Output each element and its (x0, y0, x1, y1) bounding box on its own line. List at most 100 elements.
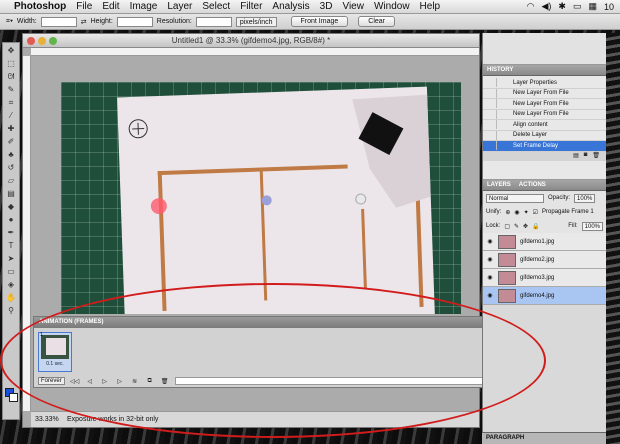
background-color-swatch[interactable] (9, 393, 18, 402)
history-item[interactable]: New Layer From File (483, 109, 606, 120)
opacity-input[interactable]: 100% (574, 193, 596, 203)
3d-tool-icon[interactable]: ◈ (4, 279, 18, 290)
frame-delay[interactable]: 0.1 sec. (39, 361, 71, 367)
minimize-window-icon[interactable] (38, 37, 46, 45)
move-tool-icon[interactable]: ✥ (4, 45, 18, 56)
lock-transparent-icon[interactable]: ▢ (504, 223, 510, 230)
loop-select[interactable]: Forever (38, 377, 65, 385)
next-frame-icon[interactable]: ▷ (115, 378, 125, 385)
vertical-ruler[interactable] (23, 56, 31, 411)
new-document-icon[interactable]: ▤ (573, 152, 579, 161)
lock-position-icon[interactable]: ✥ (523, 223, 528, 230)
path-select-tool-icon[interactable]: ➤ (4, 253, 18, 264)
lock-pixels-icon[interactable]: ✎ (514, 223, 519, 230)
clock-text[interactable]: 10 (604, 2, 614, 12)
document-title-bar[interactable]: Untitled1 @ 33.3% (gifdemo4.jpg, RGB/8#)… (23, 34, 479, 48)
quick-select-tool-icon[interactable]: ✎ (4, 84, 18, 95)
wifi-icon[interactable]: ◠ (527, 1, 535, 12)
propagate-checkbox[interactable]: ☑ (533, 209, 538, 216)
crop-tool-icon[interactable]: ⌗▾ (6, 18, 13, 26)
layer-row[interactable]: ◉ gifdemo2.jpg (483, 251, 606, 269)
lock-all-icon[interactable]: 🔒 (532, 223, 539, 230)
history-item[interactable]: New Layer From File (483, 99, 606, 110)
blur-tool-icon[interactable]: ◆ (4, 201, 18, 212)
image-canvas[interactable] (61, 82, 461, 314)
tab-actions[interactable]: ACTIONS (519, 180, 546, 190)
history-item[interactable]: Align content (483, 120, 606, 131)
paragraph-panel-tab[interactable]: PARAGRAPH (482, 432, 606, 444)
menu-3d[interactable]: 3D (320, 1, 333, 12)
units-select[interactable]: pixels/inch (235, 16, 277, 27)
battery-icon[interactable]: ▭ (573, 1, 582, 12)
animation-panel-header[interactable]: ANIMATION (FRAMES) (34, 317, 529, 328)
menu-help[interactable]: Help (420, 1, 441, 12)
hand-tool-icon[interactable]: ✋ (4, 292, 18, 303)
history-panel-header[interactable]: HISTORY (483, 65, 606, 76)
horizontal-ruler[interactable] (31, 48, 479, 56)
tween-icon[interactable]: ≋ (130, 378, 140, 385)
volume-icon[interactable]: ◀) (541, 1, 551, 12)
dodge-tool-icon[interactable]: ● (4, 214, 18, 225)
eraser-tool-icon[interactable]: ▱ (4, 175, 18, 186)
layer-row-selected[interactable]: ◉ gifdemo4.jpg (483, 287, 606, 305)
healing-tool-icon[interactable]: ✚ (4, 123, 18, 134)
zoom-tool-icon[interactable]: ⚲ (4, 305, 18, 316)
animation-frame[interactable]: 0.1 sec. (38, 332, 72, 372)
menu-select[interactable]: Select (202, 1, 230, 12)
history-brush-tool-icon[interactable]: ↺ (4, 162, 18, 173)
play-icon[interactable]: ▷ (100, 378, 110, 385)
blend-mode-select[interactable]: Normal (486, 193, 544, 203)
unify-visibility-icon[interactable]: ◉ (514, 209, 519, 216)
snapshot-icon[interactable]: ◙ (584, 152, 588, 161)
eye-icon[interactable]: ◉ (486, 274, 494, 281)
close-window-icon[interactable] (27, 37, 35, 45)
bluetooth-icon[interactable]: ✱ (558, 1, 566, 12)
trash-icon[interactable]: 🗑 (592, 152, 600, 161)
pen-tool-icon[interactable]: ✒ (4, 227, 18, 238)
crop-tool-icon-side[interactable]: ⌗ (4, 97, 18, 108)
brush-tool-icon[interactable]: ✐ (4, 136, 18, 147)
first-frame-icon[interactable]: ◁◁ (70, 378, 80, 385)
flag-icon[interactable]: ▦ (588, 1, 597, 12)
layer-row[interactable]: ◉ gifdemo1.jpg (483, 233, 606, 251)
zoom-level[interactable]: 33.33% (35, 416, 61, 423)
eyedropper-tool-icon[interactable]: ⁄ (4, 110, 18, 121)
menu-filter[interactable]: Filter (240, 1, 262, 12)
menu-layer[interactable]: Layer (167, 1, 192, 12)
menu-photoshop[interactable]: Photoshop (14, 1, 66, 12)
history-tab[interactable]: HISTORY (487, 65, 513, 75)
gradient-tool-icon[interactable]: ▤ (4, 188, 18, 199)
eye-icon[interactable]: ◉ (486, 238, 494, 245)
fill-input[interactable]: 100% (581, 221, 603, 231)
layer-row[interactable]: ◉ gifdemo3.jpg (483, 269, 606, 287)
tab-layers[interactable]: LAYERS (487, 180, 511, 190)
front-image-button[interactable]: Front Image (290, 16, 349, 27)
lasso-tool-icon[interactable]: ᘛ (4, 71, 18, 82)
previous-frame-icon[interactable]: ◁ (85, 378, 95, 385)
marquee-tool-icon[interactable]: ⬚ (4, 58, 18, 69)
menu-window[interactable]: Window (374, 1, 410, 12)
type-tool-icon[interactable]: T (4, 240, 18, 251)
eye-icon[interactable]: ◉ (486, 292, 494, 299)
unify-style-icon[interactable]: ✦ (524, 209, 529, 216)
eye-icon[interactable]: ◉ (486, 256, 494, 263)
unify-position-icon[interactable]: ⊕ (505, 209, 510, 216)
delete-frame-icon[interactable]: 🗑 (160, 378, 170, 385)
zoom-window-icon[interactable] (49, 37, 57, 45)
menu-edit[interactable]: Edit (102, 1, 119, 12)
swap-icon[interactable]: ⇄ (81, 18, 87, 26)
menu-file[interactable]: File (76, 1, 92, 12)
shape-tool-icon[interactable]: ▭ (4, 266, 18, 277)
history-item[interactable]: Delete Layer (483, 130, 606, 141)
menu-analysis[interactable]: Analysis (272, 1, 309, 12)
height-input[interactable] (116, 16, 153, 27)
clear-button[interactable]: Clear (358, 16, 395, 27)
width-input[interactable] (40, 16, 77, 27)
history-item[interactable]: New Layer From File (483, 88, 606, 99)
history-item[interactable]: Layer Properties (483, 78, 606, 89)
duplicate-frame-icon[interactable]: ⧉ (145, 378, 155, 385)
menu-view[interactable]: View (342, 1, 364, 12)
resolution-input[interactable] (195, 16, 232, 27)
menu-image[interactable]: Image (130, 1, 158, 12)
history-item-selected[interactable]: Set Frame Delay (483, 141, 606, 152)
